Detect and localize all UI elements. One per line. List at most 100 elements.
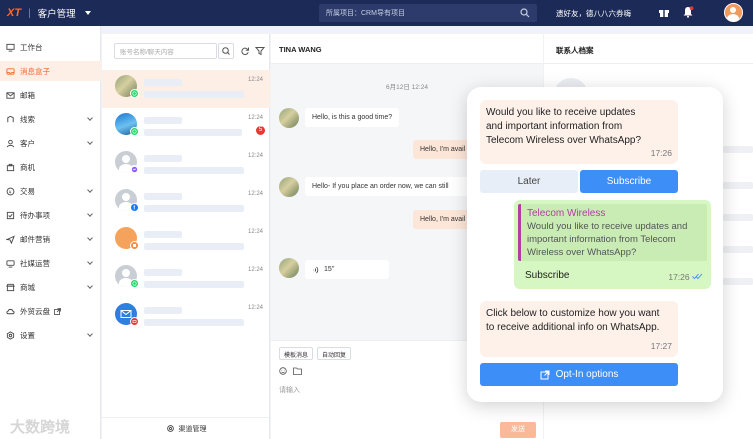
- message-input[interactable]: 请输入: [279, 385, 300, 395]
- subscribe-button[interactable]: Subscribe: [580, 170, 678, 193]
- chevron-down-icon[interactable]: [87, 115, 93, 121]
- search-icon[interactable]: [520, 8, 530, 18]
- conversation-time: 12:24: [248, 229, 264, 235]
- sidebar-item-label: 外贸云盘: [20, 306, 50, 316]
- message-time: 17:26: [668, 272, 690, 282]
- folder-icon[interactable]: [293, 367, 302, 375]
- unread-count-badge: 5: [256, 126, 265, 135]
- emoji-icon[interactable]: [279, 367, 287, 375]
- conversation-row[interactable]: 12:24: [102, 222, 270, 260]
- chevron-down-icon[interactable]: [87, 187, 93, 193]
- sidebar-item-inbox[interactable]: 消息盒子: [0, 61, 101, 81]
- channel-management-button[interactable]: 渠道管理: [102, 417, 270, 439]
- contact-name-placeholder: [144, 193, 182, 200]
- app-switch-chevron-down-icon[interactable]: [84, 11, 91, 15]
- conversation-row[interactable]: 12:24: [102, 70, 270, 108]
- app-title: 客户管理: [37, 9, 76, 20]
- search-icon: [222, 47, 230, 55]
- filter-icon[interactable]: [255, 46, 265, 56]
- contact-name-placeholder: [144, 269, 182, 276]
- sidebar-item-store[interactable]: 商城: [0, 277, 101, 297]
- conversation-row[interactable]: 12:24 5: [102, 108, 270, 146]
- sidebar-item-label: 邮件营销: [20, 234, 50, 244]
- sidebar-item-label: 商城: [20, 282, 35, 292]
- optin-info-text: Click below to customize how you want to…: [486, 308, 660, 333]
- search-button[interactable]: [218, 43, 234, 59]
- sidebar-item-label: 设置: [20, 330, 35, 340]
- conversation-row[interactable]: f 12:24: [102, 184, 270, 222]
- conversation-time: 12:24: [248, 115, 264, 121]
- auto-reply-button[interactable]: 自动回复: [317, 347, 352, 360]
- sidebar-nav: 工作台 消息盒子 邮箱 线索 客户 商机 ¥ 交易 待办事项 邮件营销 社媒运营: [0, 26, 101, 439]
- quoted-sender: Telecom Wireless: [527, 208, 606, 219]
- sidebar-item-social[interactable]: 社媒运营: [0, 253, 101, 273]
- conversation-time: 12:24: [248, 191, 264, 197]
- chevron-down-icon[interactable]: [87, 331, 93, 337]
- chevron-down-icon[interactable]: [87, 139, 93, 145]
- message-time: 17:27: [650, 341, 672, 351]
- conversation-row[interactable]: 12:24: [102, 298, 270, 336]
- sidebar-item-workbench[interactable]: 工作台: [0, 37, 101, 57]
- contact-name-placeholder: [144, 307, 182, 314]
- whatsapp-icon: [130, 127, 139, 136]
- sidebar-item-leads[interactable]: 线索: [0, 109, 101, 129]
- profile-field-placeholder: [723, 246, 753, 253]
- send-button[interactable]: 发送: [500, 422, 536, 438]
- sidebar-item-label: 线索: [20, 114, 35, 124]
- sidebar-item-cloud-drive[interactable]: 外贸云盘: [0, 301, 101, 321]
- conversation-row[interactable]: 12:24: [102, 146, 270, 184]
- sidebar-item-label: 商机: [20, 162, 35, 172]
- monitor-icon: [6, 43, 15, 52]
- refresh-icon[interactable]: [240, 46, 250, 56]
- later-button[interactable]: Later: [480, 170, 578, 193]
- audio-wave-icon: [313, 266, 319, 274]
- read-check-icon: [692, 273, 703, 280]
- conversation-list: 账号名称/聊天内容 12:24 12:24 5 12:24 f 12:24 12…: [102, 34, 270, 439]
- template-message-button[interactable]: 模板消息: [279, 347, 314, 360]
- sidebar-item-mail[interactable]: 邮箱: [0, 85, 101, 105]
- quoted-message: Telecom Wireless Would you like to recei…: [518, 204, 707, 261]
- contact-name-placeholder: [144, 155, 182, 162]
- facebook-icon: f: [130, 203, 139, 212]
- social-icon: [6, 259, 15, 268]
- conversation-search-input[interactable]: 账号名称/聊天内容: [114, 43, 217, 59]
- sidebar-item-todo[interactable]: 待办事项: [0, 205, 101, 225]
- channel-icon: [130, 317, 139, 326]
- conversation-time: 12:24: [248, 153, 264, 159]
- incoming-message: Hello, is this a good time?: [305, 108, 400, 127]
- profile-field-placeholder: [723, 182, 753, 189]
- sidebar-item-email-marketing[interactable]: 邮件营销: [0, 229, 101, 249]
- settings-icon: [6, 330, 15, 340]
- bell-icon[interactable]: [682, 6, 694, 18]
- voice-message[interactable]: 15'': [305, 260, 389, 279]
- optin-info-message: Click below to customize how you want to…: [480, 301, 678, 357]
- chevron-down-icon[interactable]: [87, 283, 93, 289]
- help-icon[interactable]: [703, 6, 715, 18]
- contact-avatar: [279, 177, 299, 197]
- chevron-down-icon[interactable]: [87, 235, 93, 241]
- gift-icon[interactable]: [658, 6, 670, 18]
- quoted-text: Would you like to receive updates and im…: [527, 221, 688, 258]
- user-avatar[interactable]: [724, 3, 743, 22]
- watermark-text: 大数跨境: [10, 419, 71, 436]
- leads-icon: [7, 115, 14, 122]
- chat-contact-name: TINA WANG: [271, 34, 543, 64]
- whatsapp-optin-card: Would you like to receive updates and im…: [467, 87, 723, 402]
- sidebar-item-opportunities[interactable]: 商机: [0, 157, 101, 177]
- contact-avatar: [279, 108, 299, 128]
- external-link-icon[interactable]: [54, 307, 61, 315]
- project-search-input[interactable]: 所属项目：CRM导有项目: [319, 4, 537, 22]
- sidebar-item-deals[interactable]: ¥ 交易: [0, 181, 101, 201]
- reply-time: 17:26: [668, 272, 703, 282]
- sidebar-item-settings[interactable]: 设置: [0, 325, 101, 345]
- customer-icon: [6, 139, 15, 147]
- optin-options-button[interactable]: Opt-In options: [480, 363, 678, 386]
- conversation-row[interactable]: 12:24: [102, 260, 270, 298]
- deal-icon: ¥: [6, 187, 15, 195]
- channel-management-label: 渠道管理: [178, 425, 207, 433]
- sidebar-item-customers[interactable]: 客户: [0, 133, 101, 153]
- chevron-down-icon[interactable]: [87, 211, 93, 217]
- chevron-down-icon[interactable]: [87, 259, 93, 265]
- sidebar-item-label: 待办事项: [20, 210, 50, 220]
- message-preview-placeholder: [144, 205, 244, 212]
